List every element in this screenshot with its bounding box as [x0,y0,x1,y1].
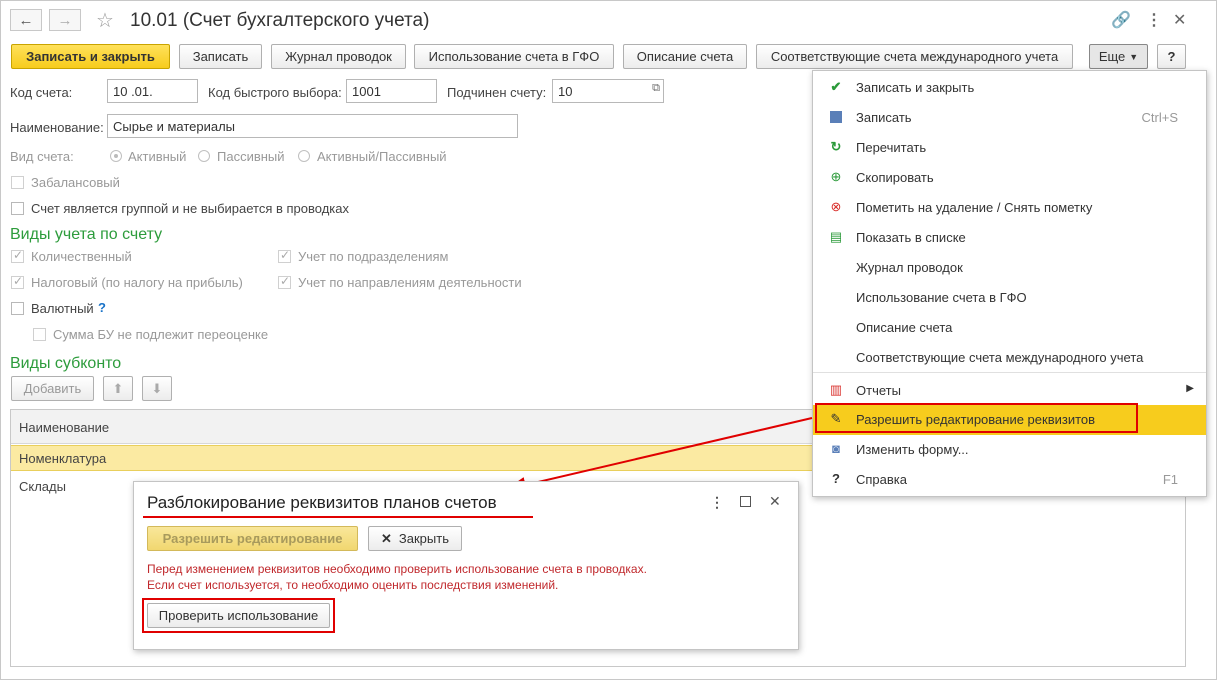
close-dialog-label: Закрыть [398,531,449,546]
warning-line-2: Если счет используется, то необходимо оц… [147,578,559,592]
warning-line-1: Перед изменением реквизитов необходимо п… [147,562,647,576]
title-underline [143,516,533,518]
maximize-icon[interactable] [740,496,751,507]
highlight-check-usage [142,598,335,633]
unlock-dialog: Разблокирование реквизитов планов счетов… [133,481,799,650]
close-x-icon: ✕ [381,530,392,546]
more-vertical-icon[interactable]: ⋮ [710,494,724,511]
allow-edit-button[interactable]: Разрешить редактирование [147,526,358,551]
close-dialog-button[interactable]: ✕ Закрыть [368,526,462,551]
close-icon[interactable]: ✕ [769,493,781,510]
dialog-title: Разблокирование реквизитов планов счетов [147,493,497,512]
